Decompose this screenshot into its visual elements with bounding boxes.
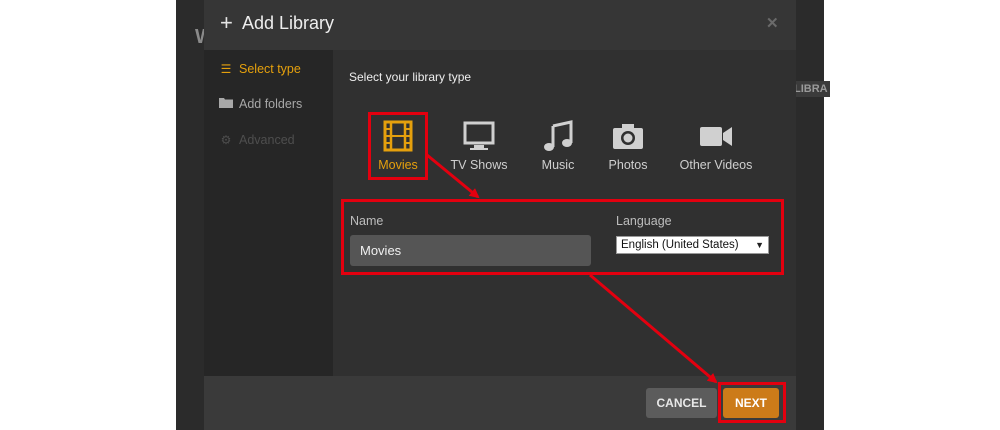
video-camera-icon (700, 127, 732, 146)
library-type-prompt: Select your library type (349, 70, 472, 84)
type-music-button[interactable]: Music (535, 120, 581, 172)
type-photos-button[interactable]: Photos (605, 120, 651, 172)
type-label: TV Shows (450, 158, 508, 172)
name-label: Name (350, 214, 384, 228)
plus-icon: + (220, 10, 233, 35)
dialog-header: + Add Library ✕ (204, 0, 796, 50)
type-label: Music (541, 158, 575, 172)
wizard-sidebar: ☰ Select type Add folders ⚙ Advanced (204, 50, 333, 376)
camera-icon (613, 124, 643, 149)
type-tv-shows-button[interactable]: TV Shows (448, 120, 510, 172)
background-library-label: LIBRA (794, 81, 830, 97)
cancel-button[interactable]: CANCEL (646, 388, 717, 418)
language-select[interactable]: English (United States) ▼ (616, 236, 769, 254)
dialog-title: Add Library (242, 13, 335, 33)
close-icon[interactable]: ✕ (766, 14, 779, 32)
type-movies-button[interactable]: Movies (373, 120, 423, 172)
gear-icon: ⚙ (220, 133, 232, 147)
folder-icon (218, 97, 234, 111)
name-input[interactable] (350, 235, 591, 266)
sidebar-item-select-type[interactable]: ☰ Select type (218, 59, 301, 79)
add-library-dialog: + Add Library ✕ ☰ Select type Add folder… (204, 0, 796, 430)
dialog-footer: CANCEL NEXT (204, 376, 796, 430)
type-label: Other Videos (679, 158, 753, 172)
film-icon (383, 120, 413, 152)
type-other-videos-button[interactable]: Other Videos (677, 120, 755, 172)
tv-icon (463, 121, 495, 150)
sidebar-item-advanced: ⚙ Advanced (218, 130, 295, 150)
language-value: English (United States) (621, 239, 739, 251)
sidebar-item-add-folders[interactable]: Add folders (218, 94, 302, 114)
next-button[interactable]: NEXT (723, 388, 779, 418)
sidebar-item-label: Advanced (239, 133, 295, 147)
sidebar-item-label: Select type (239, 62, 301, 76)
language-label: Language (616, 214, 672, 228)
main-panel: Select your library type Movies TV Shows… (333, 50, 796, 376)
chevron-down-icon: ▼ (755, 240, 764, 250)
music-icon (544, 120, 573, 151)
type-label: Photos (608, 158, 648, 172)
type-label: Movies (378, 158, 418, 172)
list-icon: ☰ (220, 62, 232, 76)
sidebar-item-label: Add folders (239, 97, 303, 111)
